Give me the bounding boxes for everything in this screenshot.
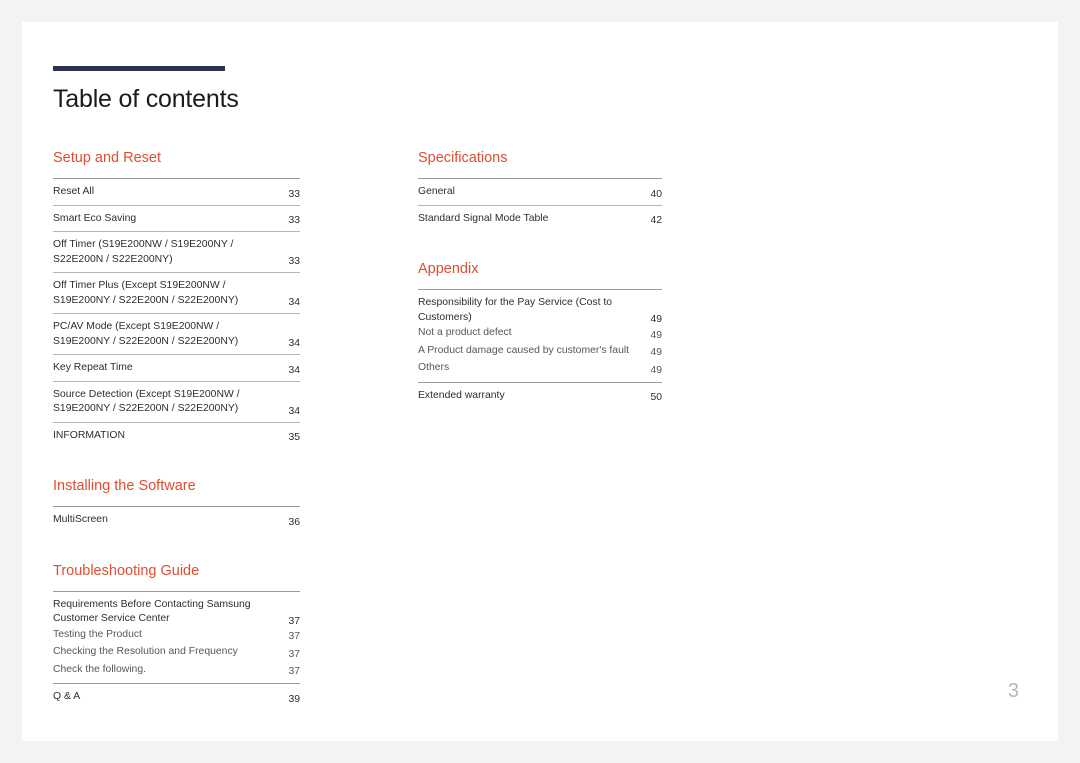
section-heading: Appendix (418, 261, 479, 277)
toc-entry[interactable]: General 40 (418, 179, 662, 206)
toc-entry-label: Smart Eco Saving (53, 212, 137, 224)
section-heading: Specifications (418, 150, 508, 166)
section-entry-list: Responsibility for the Pay Service (Cost… (418, 289, 662, 408)
toc-entry-label: Off Timer (S19E200NW / S19E200NY / S22E2… (53, 239, 234, 265)
section-heading: Installing the Software (53, 478, 196, 494)
toc-section-setup-and-reset: Setup and Reset Reset All 33 Smart Eco Savi… (53, 150, 300, 448)
toc-entry[interactable]: Checking the Resolution and Frequency 37 (53, 645, 300, 663)
section-entry-list: MultiScreen 36 (53, 506, 300, 533)
toc-entry-page: 49 (650, 314, 662, 325)
toc-entry-label: Q & A (53, 691, 81, 702)
page-number: 3 (1007, 680, 1019, 702)
toc-section-appendix: Appendix Responsibility for the Pay Servi… (418, 261, 662, 408)
toc-entry-label: Requirements Before Contacting Samsung C… (53, 598, 251, 625)
page-title: Table of contents (53, 85, 239, 113)
toc-entry-label: Check the following. (53, 663, 146, 675)
toc-entry-label: Others (418, 362, 450, 373)
toc-entry-page: 37 (288, 631, 300, 642)
toc-entry[interactable]: Testing the Product 37 (53, 628, 300, 646)
document-page: Table of contents Setup and Reset Reset A… (22, 22, 1058, 741)
toc-entry[interactable]: Off Timer Plus (Except S19E200NW / S19E2… (53, 273, 300, 314)
toc-entry-label: MultiScreen (53, 514, 108, 525)
section-entry-list: Requirements Before Contacting Samsung C… (53, 590, 300, 710)
toc-entry-page: 37 (288, 615, 300, 627)
toc-entry-page: 49 (650, 329, 662, 341)
title-block: Table of contents (53, 66, 239, 114)
toc-entry-page: 36 (288, 516, 300, 528)
toc-entry-label: PC/AV Mode (Except S19E200NW / S19E200NY… (53, 321, 239, 347)
toc-entry[interactable]: Requirements Before Contacting Samsung C… (53, 592, 300, 628)
toc-entry[interactable]: A Product damage caused by customer's fa… (418, 344, 662, 362)
section-entry-list: General 40 Standard Signal Mode Table 42 (418, 178, 662, 231)
toc-entry-page: 49 (650, 364, 662, 376)
toc-entry[interactable]: INFORMATION 35 (53, 423, 300, 449)
toc-section-installing-the-software: Installing the Software MultiScreen 36 (53, 478, 300, 533)
toc-entry[interactable]: Standard Signal Mode Table 42 (418, 206, 662, 232)
toc-entry-page: 34 (288, 338, 300, 349)
toc-entry-label: General (418, 186, 455, 197)
toc-entry-label: Reset All (53, 186, 95, 197)
toc-entry-page: 33 (288, 188, 300, 200)
toc-entry[interactable]: Not a product defect 49 (418, 326, 662, 344)
section-heading: Setup and Reset (53, 150, 162, 166)
toc-entry[interactable]: Source Detection (Except S19E200NW / S19… (53, 382, 300, 423)
toc-entry[interactable]: MultiScreen 36 (53, 507, 300, 533)
toc-entry-page: 34 (288, 405, 300, 417)
toc-entry-label: Responsibility for the Pay Service (Cost… (418, 297, 613, 323)
toc-entry-label: Checking the Resolution and Frequency (53, 646, 238, 657)
toc-entry[interactable]: Responsibility for the Pay Service (Cost… (418, 290, 662, 326)
toc-entry-page: 33 (288, 256, 300, 267)
toc-entry[interactable]: Key Repeat Time 34 (53, 355, 300, 382)
toc-entry-page: 34 (288, 364, 300, 376)
title-accent-rule (53, 66, 225, 71)
toc-entry-label: Extended warranty (418, 389, 505, 401)
toc-entry-label: Off Timer Plus (Except S19E200NW / S19E2… (53, 280, 239, 306)
toc-entry[interactable]: PC/AV Mode (Except S19E200NW / S19E200NY… (53, 314, 300, 355)
toc-entry[interactable]: Others 49 (418, 361, 662, 383)
toc-section-specifications: Specifications General 40 Standard Signal M… (418, 150, 662, 231)
toc-entry-page: 34 (288, 297, 300, 308)
toc-entry[interactable]: Off Timer (S19E200NW / S19E200NY / S22E2… (53, 232, 300, 273)
toc-section-troubleshooting-guide: Troubleshooting Guide Requirements Before… (53, 563, 300, 710)
toc-entry[interactable]: Reset All 33 (53, 179, 300, 206)
toc-entry-page: 33 (288, 215, 300, 226)
toc-entry-page: 49 (650, 347, 662, 358)
toc-entry-label: Source Detection (Except S19E200NW / S19… (53, 388, 240, 415)
toc-entry-page: 50 (650, 392, 662, 403)
section-heading: Troubleshooting Guide (53, 562, 200, 579)
toc-entry-label: Testing the Product (53, 628, 142, 640)
toc-entry[interactable]: Smart Eco Saving 33 (53, 206, 300, 232)
toc-entry[interactable]: Extended warranty 50 (418, 383, 662, 409)
section-entry-list: Reset All 33 Smart Eco Saving 33 Off Timer (… (53, 178, 300, 448)
toc-entry-page: 39 (288, 693, 300, 705)
toc-entry-page: 37 (288, 666, 300, 677)
toc-entry-label: Standard Signal Mode Table (418, 212, 549, 224)
toc-column-right: Specifications General 40 Standard Signal M… (418, 150, 662, 438)
toc-entry-label: Key Repeat Time (53, 362, 133, 373)
toc-entry-page: 37 (288, 648, 300, 660)
toc-entry-label: INFORMATION (53, 429, 125, 441)
toc-entry-label: A Product damage caused by customer's fa… (418, 344, 630, 356)
toc-entry-page: 42 (650, 215, 662, 226)
toc-column-left: Setup and Reset Reset All 33 Smart Eco Savi… (53, 150, 300, 740)
toc-entry-page: 35 (288, 432, 300, 443)
toc-entry[interactable]: Q & A 39 (53, 684, 300, 710)
toc-entry-label: Not a product defect (418, 327, 512, 338)
toc-entry[interactable]: Check the following. 37 (53, 663, 300, 684)
toc-entry-page: 40 (650, 188, 662, 200)
